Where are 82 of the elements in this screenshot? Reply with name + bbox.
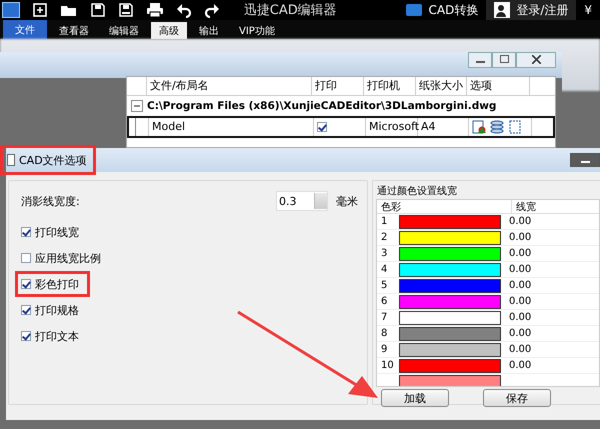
printer-name: Microsoft bbox=[366, 118, 418, 136]
document-icon bbox=[7, 154, 15, 166]
undo-icon[interactable] bbox=[176, 2, 192, 18]
page-setup-icon[interactable] bbox=[472, 120, 486, 134]
checkbox-option[interactable]: 打印规格 bbox=[15, 297, 90, 323]
printer-icon[interactable] bbox=[146, 2, 164, 18]
login-button[interactable]: 登录/注册 bbox=[486, 0, 576, 20]
file-path: C:\Program Files (x86)\XunjieCADEditor\3DLamborgini.dwg bbox=[147, 100, 496, 112]
column-header[interactable]: 文件/布局名 bbox=[147, 77, 312, 95]
save-icon[interactable] bbox=[90, 2, 106, 18]
color-swatch[interactable] bbox=[399, 262, 501, 276]
table-cell-text: 1 bbox=[380, 216, 388, 227]
color-swatch[interactable] bbox=[399, 358, 501, 372]
color-swatch[interactable] bbox=[399, 310, 501, 324]
ribbon-tab[interactable]: VIP功能 bbox=[231, 22, 283, 39]
user-icon[interactable] bbox=[494, 2, 510, 18]
table-cell: 0.00 bbox=[509, 248, 532, 259]
checkbox-option[interactable]: 应用线宽比例 bbox=[15, 245, 112, 271]
table-cell-text: 2 bbox=[380, 232, 388, 243]
dashed-frame-icon[interactable] bbox=[508, 120, 522, 134]
tree-line bbox=[135, 118, 149, 136]
layers-icon[interactable] bbox=[490, 120, 504, 134]
table-cell: 0.00 bbox=[509, 280, 532, 291]
ribbon-tab[interactable]: 查看器 bbox=[51, 22, 97, 39]
color-swatch[interactable] bbox=[399, 230, 501, 244]
column-header[interactable]: 打印机 bbox=[364, 77, 416, 95]
save-as-icon[interactable] bbox=[118, 2, 134, 18]
group-title: 通过颜色设置线宽 bbox=[377, 184, 458, 198]
paper-size: A4 bbox=[418, 118, 469, 136]
table-cell-text: 5 bbox=[380, 280, 388, 291]
redo-icon[interactable] bbox=[204, 2, 220, 18]
ribbon-tab[interactable]: 输出 bbox=[191, 22, 227, 39]
table-cell: 0.00 bbox=[509, 344, 532, 355]
table-cell-text: 10 bbox=[380, 360, 395, 371]
collapse-toggle-icon[interactable] bbox=[131, 100, 143, 112]
column-header[interactable]: 色彩 bbox=[377, 200, 512, 214]
table-cell: 0.00 bbox=[509, 296, 532, 307]
cad-icon bbox=[406, 4, 422, 16]
spin-field[interactable]: 0.3 bbox=[276, 191, 328, 211]
column-header[interactable]: 线宽 bbox=[512, 200, 536, 214]
app-logo-icon bbox=[2, 2, 20, 18]
checkbox-option[interactable]: 彩色打印 bbox=[15, 271, 90, 297]
unit-label: 毫米 bbox=[336, 194, 358, 208]
color-swatch[interactable] bbox=[399, 326, 501, 340]
checkbox-option[interactable]: 打印线宽 bbox=[15, 219, 90, 245]
column-header[interactable]: 选项 bbox=[467, 77, 530, 95]
column-header[interactable]: 打印 bbox=[312, 77, 364, 95]
color-swatch[interactable] bbox=[399, 374, 501, 386]
dialog-button[interactable]: 加载 bbox=[381, 389, 449, 407]
layout-name: Model bbox=[149, 118, 314, 136]
color-swatch[interactable] bbox=[399, 278, 501, 292]
checkbox-option[interactable]: 打印文本 bbox=[15, 323, 90, 349]
maximize-button[interactable] bbox=[492, 52, 516, 68]
table-cell: 0.00 bbox=[509, 216, 532, 227]
ribbon-tab[interactable]: 编辑器 bbox=[101, 22, 147, 39]
color-swatch[interactable] bbox=[399, 294, 501, 308]
table-cell: 0.00 bbox=[509, 360, 532, 371]
column-header[interactable]: 纸张大小 bbox=[416, 77, 467, 95]
table-cell-text: 3 bbox=[380, 248, 388, 259]
checkbox[interactable] bbox=[317, 122, 327, 132]
minimize-button[interactable] bbox=[570, 153, 600, 167]
table-cell: 0.00 bbox=[509, 328, 532, 339]
color-swatch[interactable] bbox=[399, 342, 501, 356]
table-cell-text: 9 bbox=[380, 344, 388, 355]
new-file-icon[interactable] bbox=[32, 2, 48, 18]
dialog-title-text: CAD文件选项 bbox=[19, 152, 87, 168]
table-cell: 0.00 bbox=[509, 312, 532, 323]
close-button[interactable] bbox=[516, 52, 556, 68]
field-label: 消影线宽度: bbox=[21, 194, 81, 208]
table-cell-text: 4 bbox=[380, 264, 388, 275]
color-swatch[interactable] bbox=[399, 214, 501, 228]
table-cell-text: 8 bbox=[380, 328, 388, 339]
table-cell-text: 6 bbox=[380, 296, 388, 307]
file-menu-button[interactable]: 文件 bbox=[3, 20, 47, 39]
dialog-button[interactable]: 保存 bbox=[483, 389, 551, 407]
color-swatch[interactable] bbox=[399, 246, 501, 260]
table-cell: 0.00 bbox=[509, 232, 532, 243]
app-title: 迅捷CAD编辑器 bbox=[242, 2, 338, 19]
table-cell-text: 7 bbox=[380, 312, 388, 323]
ribbon-tab[interactable]: 高级 bbox=[151, 22, 187, 39]
table-cell: 0.00 bbox=[509, 264, 532, 275]
minimize-button[interactable] bbox=[468, 52, 492, 68]
